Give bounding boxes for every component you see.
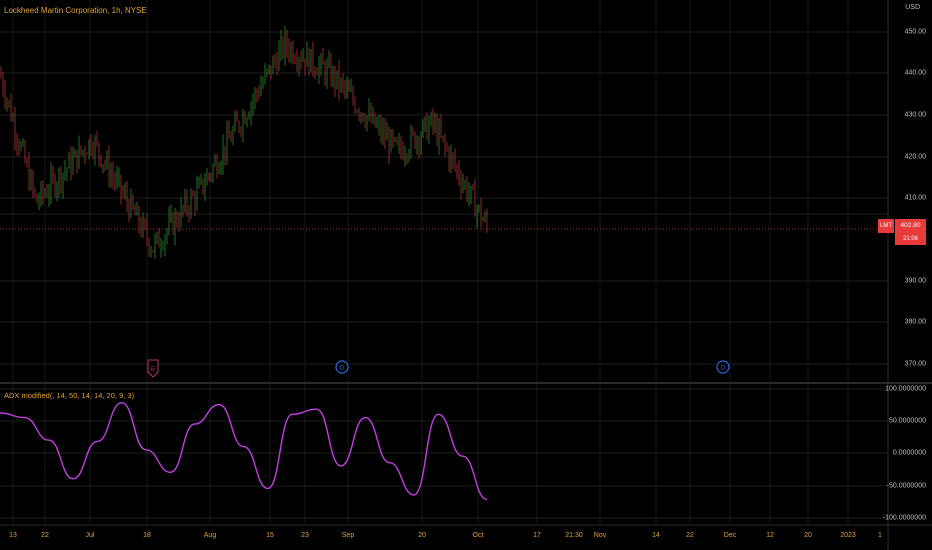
time-tick: Aug xyxy=(203,532,217,539)
time-tick: 23 xyxy=(301,532,309,539)
price-tick: 410.00 xyxy=(904,194,926,202)
time-tick: Oct xyxy=(472,532,484,539)
indicator-grid xyxy=(0,388,888,519)
price-tick: 420.00 xyxy=(904,153,926,161)
indicator-tick: -100.0000000 xyxy=(882,514,926,522)
bar-countdown: 21:06 xyxy=(895,233,926,245)
time-tick: 20 xyxy=(418,532,426,539)
price-tick: 380.00 xyxy=(904,318,926,326)
time-tick: 13 xyxy=(9,532,17,539)
indicator-tick: 50.0000000 xyxy=(889,417,926,425)
last-price-badge[interactable]: LMT 402.80 21:06 xyxy=(878,219,926,247)
indicator-tick: 100.0000000 xyxy=(885,385,926,393)
time-tick: 22 xyxy=(41,532,49,539)
dividend-marker-label: D xyxy=(340,366,345,372)
earnings-marker-label: E xyxy=(151,367,155,373)
adx-line xyxy=(0,401,488,501)
chart-canvas[interactable]: E D D xyxy=(0,0,932,550)
time-tick: Nov xyxy=(593,532,607,539)
dividend-marker[interactable]: D xyxy=(335,360,349,374)
last-price-value: 402.80 xyxy=(895,219,926,233)
time-tick: 22 xyxy=(686,532,694,539)
time-tick: 1 xyxy=(878,532,882,539)
time-tick: 12 xyxy=(766,532,774,539)
currency-label[interactable]: USD xyxy=(905,4,920,11)
time-tick: Sep xyxy=(341,532,355,539)
time-tick: 20 xyxy=(804,532,812,539)
time-tick: 18 xyxy=(143,532,151,539)
time-tick: 21:30 xyxy=(565,532,583,539)
time-tick: Jul xyxy=(85,532,95,539)
time-tick: 17 xyxy=(533,532,541,539)
indicator-tick: -50.0000000 xyxy=(886,482,926,490)
earnings-marker[interactable]: E xyxy=(147,359,159,378)
time-tick: 2023 xyxy=(840,532,856,539)
indicator-tick: 0.0000000 xyxy=(892,449,926,457)
price-tick: 430.00 xyxy=(904,111,926,119)
chart-title[interactable]: Lockheed Martin Corporation, 1h, NYSE xyxy=(4,6,147,15)
symbol-label: LMT xyxy=(878,219,894,233)
price-tick: 390.00 xyxy=(904,277,926,285)
time-tick: 14 xyxy=(652,532,660,539)
dividend-marker-future[interactable]: D xyxy=(716,360,730,374)
price-tick: 450.00 xyxy=(904,28,926,36)
time-tick: 15 xyxy=(266,532,274,539)
dividend-marker-future-label: D xyxy=(721,366,726,372)
candle-series xyxy=(0,25,488,259)
price-tick: 440.00 xyxy=(904,69,926,77)
indicator-title[interactable]: ADX modified(, 14, 50, 14, 14, 20, 9, 3) xyxy=(4,391,134,400)
price-tick: 370.00 xyxy=(904,360,926,368)
time-grid xyxy=(12,0,849,525)
time-tick: Dec xyxy=(723,532,737,539)
